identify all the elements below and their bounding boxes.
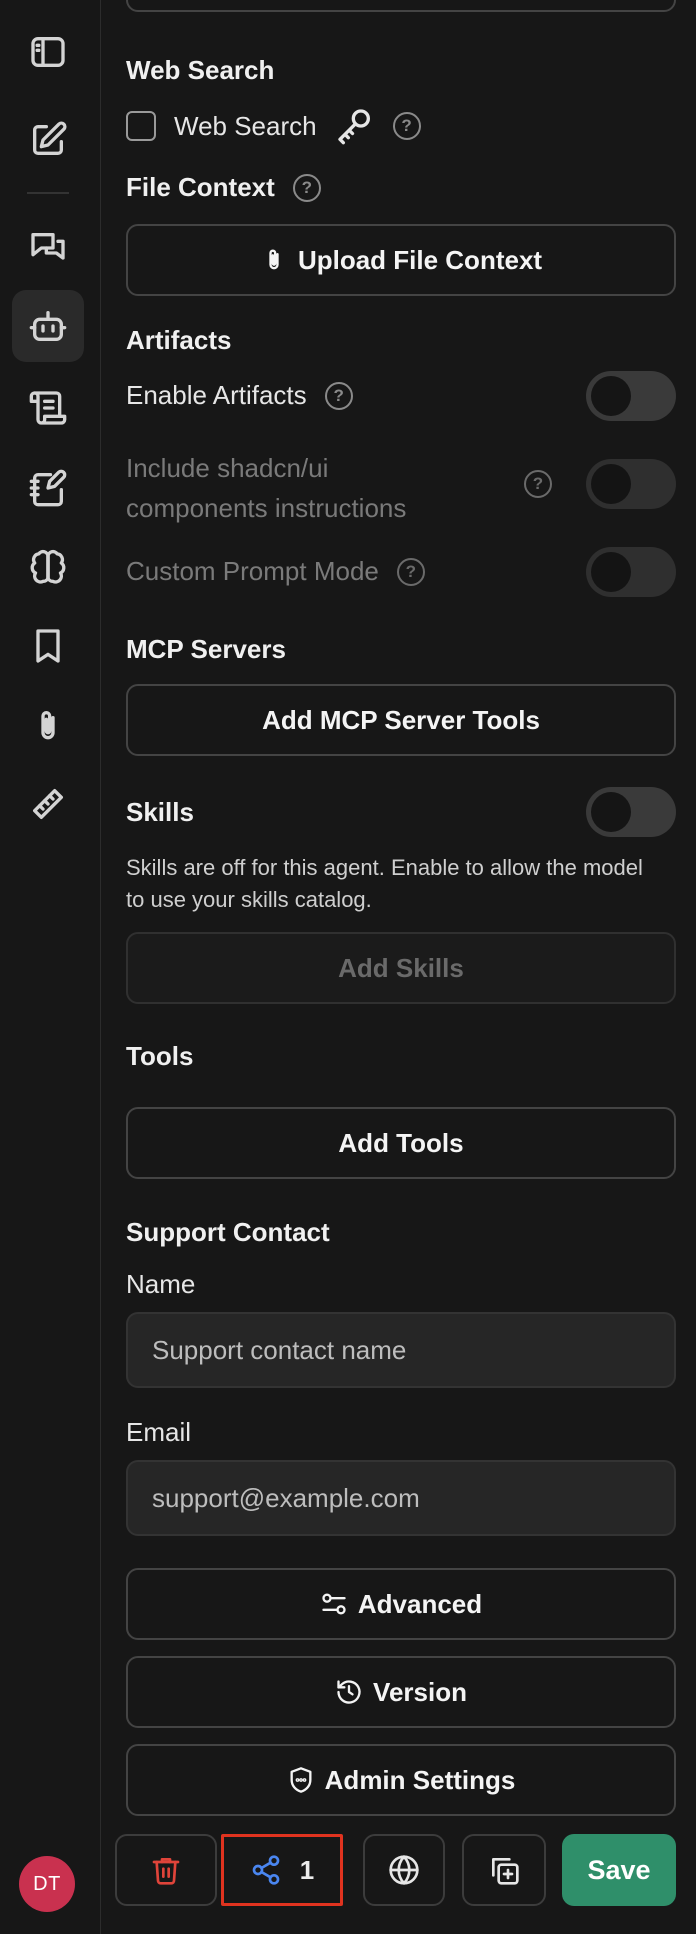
skills-toggle[interactable] xyxy=(586,787,676,837)
shield-icon xyxy=(290,1767,312,1793)
sidebar-icon xyxy=(31,37,65,68)
skills-title: Skills xyxy=(126,797,194,827)
web-search-title: Web Search xyxy=(126,55,275,85)
shadcn-label-line1: Include shadcn/ui xyxy=(126,453,329,483)
user-avatar[interactable]: DT xyxy=(19,1856,75,1912)
add-skills-label: Add Skills xyxy=(338,952,464,983)
skills-rail-button[interactable] xyxy=(12,768,84,840)
admin-settings-label: Admin Settings xyxy=(324,1764,516,1795)
duplicate-agent-button[interactable] xyxy=(462,1834,546,1906)
history-icon xyxy=(337,1680,361,1704)
rail-divider xyxy=(27,192,69,194)
publish-agent-button[interactable] xyxy=(363,1834,445,1906)
trash-icon xyxy=(152,1858,180,1885)
admin-settings-button[interactable]: Admin Settings xyxy=(126,1744,676,1816)
version-button[interactable]: Version xyxy=(126,1656,676,1728)
share-agent-button[interactable]: 1 xyxy=(221,1834,343,1906)
tools-title: Tools xyxy=(126,1041,194,1071)
copy-plus-icon xyxy=(492,1858,519,1885)
upload-file-context-label: Upload File Context xyxy=(297,244,543,275)
web-search-checkbox-label: Web Search xyxy=(174,110,317,141)
web-search-row: Web Search ? xyxy=(126,106,421,146)
paperclip-icon xyxy=(41,711,55,740)
left-rail: DT xyxy=(0,0,101,1934)
brain-icon xyxy=(30,549,66,584)
custom-prompt-row: Custom Prompt Mode ? xyxy=(126,556,425,587)
toggle-knob xyxy=(591,376,631,416)
edit-icon xyxy=(33,121,67,155)
globe-icon xyxy=(389,1855,419,1885)
memories-button[interactable] xyxy=(12,532,84,604)
paperclip-icon xyxy=(269,249,279,270)
upload-file-context-button[interactable]: Upload File Context xyxy=(126,224,676,296)
attachments-button[interactable] xyxy=(12,690,84,762)
agents-button[interactable] xyxy=(12,290,84,362)
web-search-checkbox[interactable] xyxy=(126,111,156,141)
toggle-sidebar-button[interactable] xyxy=(12,16,84,88)
share-icon xyxy=(252,1855,280,1885)
add-tools-button[interactable]: Add Tools xyxy=(126,1107,676,1179)
support-name-label: Name xyxy=(126,1269,196,1299)
prompts-button[interactable] xyxy=(12,372,84,444)
toggle-knob xyxy=(591,552,631,592)
bookmarks-button[interactable] xyxy=(12,610,84,682)
scroll-icon xyxy=(29,391,67,425)
version-label: Version xyxy=(373,1676,467,1707)
ruler-icon xyxy=(33,789,63,819)
delete-agent-button[interactable] xyxy=(115,1834,217,1906)
skills-description: Skills are off for this agent. Enable to… xyxy=(126,855,643,912)
new-chat-button[interactable] xyxy=(12,104,84,176)
add-skills-button[interactable]: Add Skills xyxy=(126,932,676,1004)
toggle-knob xyxy=(591,792,631,832)
notebook-pen-icon xyxy=(29,469,67,507)
enable-artifacts-toggle[interactable] xyxy=(586,371,676,421)
support-contact-title: Support Contact xyxy=(126,1217,330,1247)
support-email-label: Email xyxy=(126,1417,192,1447)
shadcn-label: Include shadcn/ui components instruction… xyxy=(126,448,406,528)
custom-prompt-toggle[interactable] xyxy=(586,547,676,597)
sliders-icon xyxy=(322,1593,346,1615)
chats-button[interactable] xyxy=(12,212,84,284)
advanced-button[interactable]: Advanced xyxy=(126,1568,676,1640)
file-context-help-icon[interactable]: ? xyxy=(292,173,321,202)
enable-artifacts-label: Enable Artifacts xyxy=(126,380,307,410)
toggle-knob xyxy=(591,464,631,504)
enable-artifacts-help-icon[interactable]: ? xyxy=(324,381,353,410)
chat-bubbles-icon xyxy=(31,233,65,260)
file-context-title: File Context xyxy=(126,172,275,202)
custom-prompt-help-icon[interactable]: ? xyxy=(396,557,425,586)
share-count: 1 xyxy=(299,1854,315,1885)
file-context-heading: File Context ? xyxy=(126,172,321,203)
add-mcp-server-tools-label: Add MCP Server Tools xyxy=(262,704,540,735)
key-icon[interactable] xyxy=(335,106,375,146)
support-email-input[interactable] xyxy=(126,1460,676,1536)
notes-button[interactable] xyxy=(12,452,84,524)
web-search-help-icon[interactable]: ? xyxy=(392,112,421,140)
previous-section-edge xyxy=(126,0,676,12)
advanced-label: Advanced xyxy=(357,1588,483,1619)
bookmark-icon xyxy=(36,629,60,663)
save-button[interactable]: Save xyxy=(562,1834,676,1906)
custom-prompt-label: Custom Prompt Mode xyxy=(126,556,379,586)
support-name-input[interactable] xyxy=(126,1312,676,1388)
enable-artifacts-row: Enable Artifacts ? xyxy=(126,380,353,411)
add-tools-label: Add Tools xyxy=(338,1127,464,1158)
shadcn-help-icon[interactable]: ? xyxy=(524,470,552,498)
add-mcp-server-tools-button[interactable]: Add MCP Server Tools xyxy=(126,684,676,756)
shadcn-toggle[interactable] xyxy=(586,459,676,509)
bot-icon xyxy=(29,311,67,341)
mcp-servers-title: MCP Servers xyxy=(126,634,286,664)
shadcn-label-line2: components instructions xyxy=(126,493,407,523)
artifacts-title: Artifacts xyxy=(126,325,232,355)
